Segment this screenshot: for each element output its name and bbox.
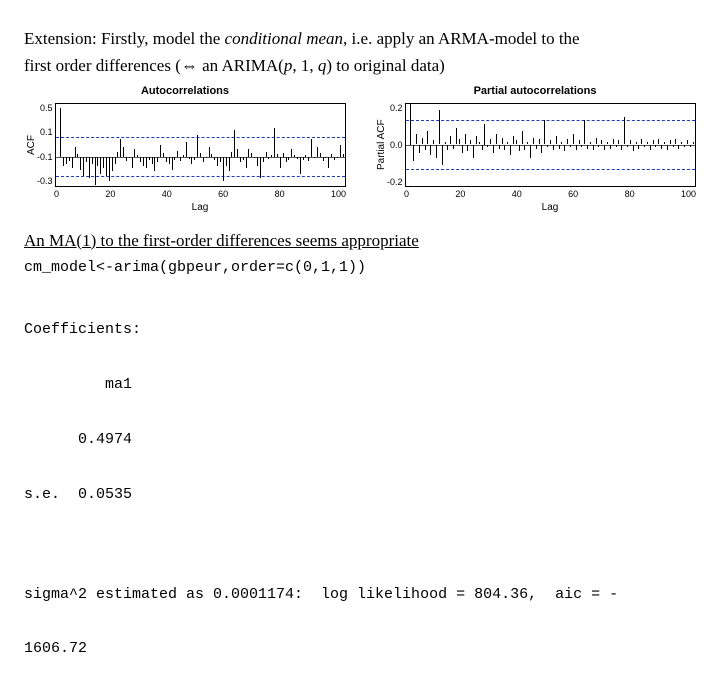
xtick: 100 bbox=[681, 189, 696, 199]
intro-italic: conditional mean bbox=[225, 29, 344, 48]
xtick: 60 bbox=[218, 189, 228, 199]
sigma-part3: aic = - bbox=[555, 586, 618, 604]
coef-header: Coefficients: bbox=[24, 321, 696, 339]
plot-area bbox=[405, 103, 696, 187]
y-ticks: 0.2 0.0 -0.2 bbox=[387, 103, 405, 187]
coef-block: Coefficients: ma1 0.4974 s.e. 0.0535 bbox=[24, 285, 696, 541]
y-ticks: 0.5 0.1 -0.1 -0.3 bbox=[37, 103, 55, 187]
x-ticks: 0 20 40 60 80 100 bbox=[374, 189, 696, 199]
sigma-part2: log likelihood = 804.36, bbox=[321, 586, 537, 604]
y-axis-label: ACF bbox=[24, 103, 37, 187]
intro-line2: first order differences (⇔ an ARIMA(p, 1… bbox=[24, 55, 696, 76]
ytick: 0.1 bbox=[37, 127, 53, 137]
ytick: -0.3 bbox=[37, 176, 53, 186]
ytick: 0.0 bbox=[387, 140, 403, 150]
xtick: 0 bbox=[404, 189, 409, 199]
intro-line1: Extension: Firstly, model the conditiona… bbox=[24, 28, 696, 49]
ytick: -0.2 bbox=[387, 177, 403, 187]
xtick: 20 bbox=[105, 189, 115, 199]
coef-est: 0.4974 bbox=[24, 431, 696, 449]
ytick: 0.2 bbox=[387, 103, 403, 113]
xtick: 100 bbox=[331, 189, 346, 199]
sigma-part1: sigma^2 estimated as 0.0001174: bbox=[24, 586, 303, 604]
x-axis-label: Lag bbox=[374, 202, 696, 213]
intro-text: first order differences (⇔ an ARIMA( bbox=[24, 56, 284, 75]
chart-title: Partial autocorrelations bbox=[374, 85, 696, 97]
pacf-chart: Partial autocorrelations Partial ACF 0.2… bbox=[374, 85, 696, 213]
intro-text: , 1, bbox=[292, 56, 318, 75]
plot-area bbox=[55, 103, 346, 187]
y-axis-label: Partial ACF bbox=[374, 103, 387, 187]
intro-text: , i.e. apply an ARMA-model to the bbox=[343, 29, 580, 48]
sigma-block: sigma^2 estimated as 0.0001174: log like… bbox=[24, 549, 696, 695]
x-axis-label: Lag bbox=[24, 202, 346, 213]
xtick: 80 bbox=[275, 189, 285, 199]
coef-name: ma1 bbox=[24, 376, 696, 394]
charts-container: Autocorrelations ACF 0.5 0.1 -0.1 -0.3 0… bbox=[24, 85, 696, 213]
xtick: 20 bbox=[455, 189, 465, 199]
xtick: 0 bbox=[54, 189, 59, 199]
xtick: 80 bbox=[625, 189, 635, 199]
xtick: 60 bbox=[568, 189, 578, 199]
xtick: 40 bbox=[512, 189, 522, 199]
coef-se: s.e. 0.0535 bbox=[24, 486, 696, 504]
x-ticks: 0 20 40 60 80 100 bbox=[24, 189, 346, 199]
chart-title: Autocorrelations bbox=[24, 85, 346, 97]
intro-text: ) to original data) bbox=[326, 56, 445, 75]
intro-text: Extension: Firstly, model the bbox=[24, 29, 225, 48]
acf-chart: Autocorrelations ACF 0.5 0.1 -0.1 -0.3 0… bbox=[24, 85, 346, 213]
xtick: 40 bbox=[162, 189, 172, 199]
sigma-cont: 1606.72 bbox=[24, 640, 696, 658]
ytick: 0.5 bbox=[37, 103, 53, 113]
conclusion: An MA(1) to the first-order differences … bbox=[24, 231, 696, 251]
r-code: cm_model<-arima(gbpeur,order=c(0,1,1)) bbox=[24, 259, 696, 277]
ytick: -0.1 bbox=[37, 152, 53, 162]
